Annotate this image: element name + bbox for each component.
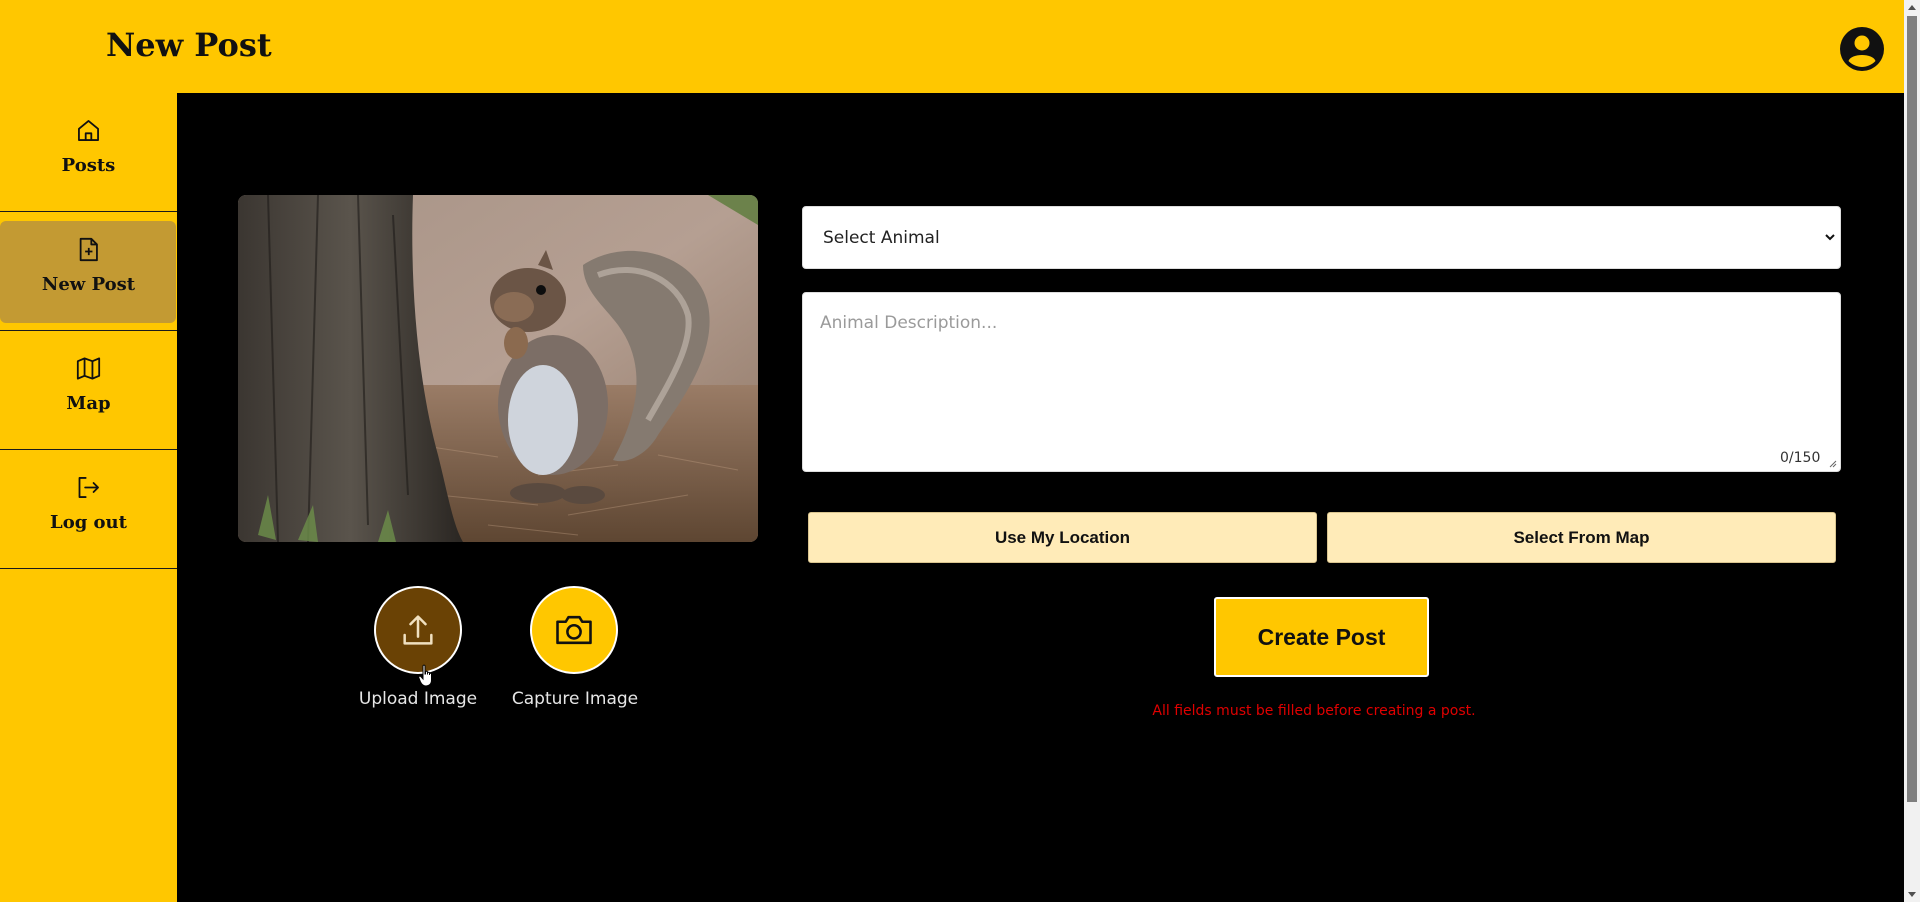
sidebar-item-label: Posts	[61, 155, 116, 176]
resize-grip-icon[interactable]	[1829, 460, 1837, 468]
map-icon	[76, 357, 101, 380]
squirrel-photo	[238, 195, 758, 542]
select-from-map-button[interactable]: Select From Map	[1327, 512, 1836, 563]
capture-image-label: Capture Image	[511, 689, 639, 709]
scroll-down-arrow-icon[interactable]	[1908, 892, 1916, 897]
page-title: New Post	[106, 26, 272, 64]
account-circle-icon	[1840, 27, 1884, 71]
sidebar-item-map[interactable]: Map	[0, 331, 177, 450]
char-counter: 0/150	[1780, 450, 1821, 466]
scroll-up-arrow-icon[interactable]	[1908, 5, 1916, 10]
upload-image-button[interactable]	[374, 586, 462, 674]
page-scrollbar[interactable]	[1904, 0, 1920, 902]
error-message: All fields must be filled before creatin…	[1152, 703, 1476, 719]
description-textarea[interactable]	[802, 292, 1841, 472]
profile-button[interactable]	[1838, 25, 1886, 73]
camera-icon	[556, 615, 592, 645]
top-bar: New Post	[0, 0, 1904, 93]
animal-select[interactable]: Select Animal	[802, 206, 1841, 269]
sidebar-item-posts[interactable]: Posts	[0, 93, 177, 212]
upload-icon	[403, 615, 433, 645]
sidebar: Posts New Post Map Log out	[0, 93, 177, 902]
sidebar-item-new-post[interactable]: New Post	[0, 212, 177, 331]
sidebar-item-label: New Post	[41, 274, 136, 295]
scrollbar-thumb[interactable]	[1907, 16, 1917, 802]
sidebar-item-label: Map	[66, 393, 111, 414]
create-post-button[interactable]: Create Post	[1214, 597, 1429, 677]
upload-image-label: Upload Image	[358, 689, 478, 709]
sidebar-item-label: Log out	[50, 512, 127, 533]
capture-image-button[interactable]	[530, 586, 618, 674]
home-icon	[78, 120, 99, 141]
image-preview	[238, 195, 758, 542]
file-plus-icon	[79, 237, 98, 262]
logout-icon	[78, 477, 99, 498]
sidebar-item-logout[interactable]: Log out	[0, 450, 177, 569]
use-my-location-button[interactable]: Use My Location	[808, 512, 1317, 563]
